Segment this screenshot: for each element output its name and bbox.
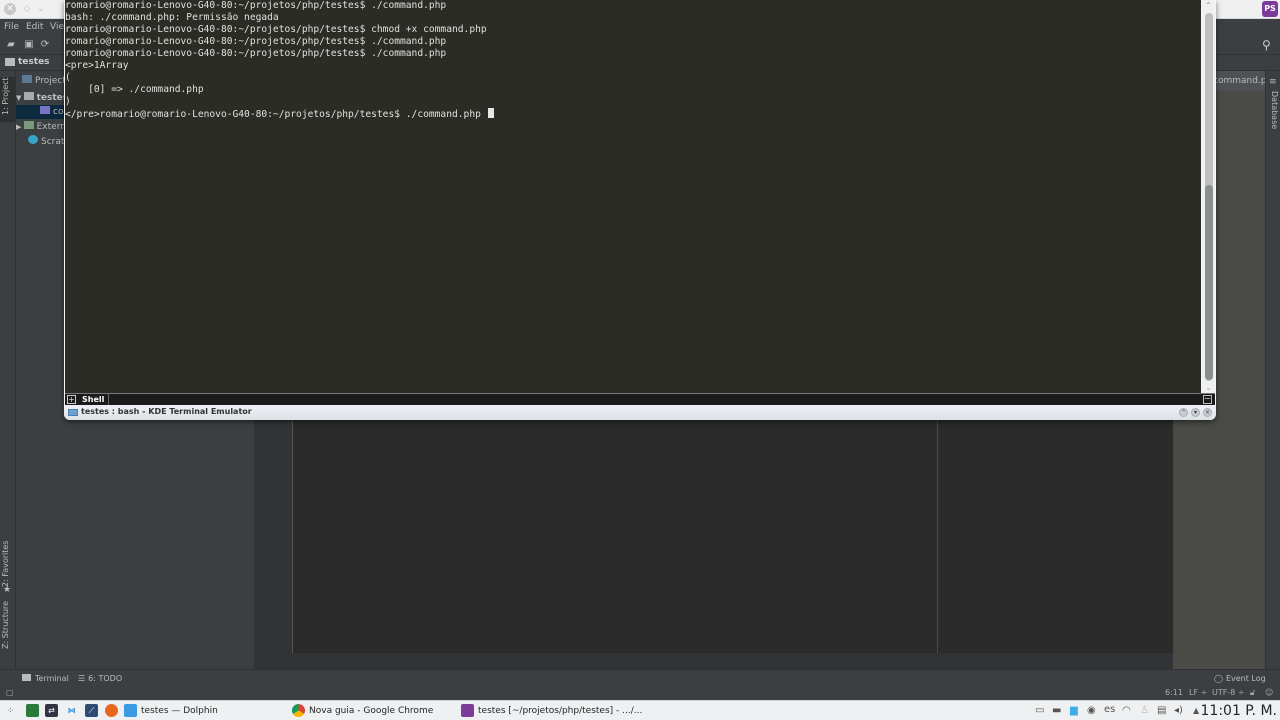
star-icon: ★ [3, 585, 12, 595]
caret-position[interactable]: 6:11 [1165, 688, 1183, 697]
task-dolphin[interactable]: testes — Dolphin [124, 701, 284, 720]
terminal-line: ( [65, 72, 71, 83]
volume-icon[interactable]: ◂) [1174, 705, 1183, 717]
close-session-button[interactable]: − [1203, 395, 1212, 404]
close-icon[interactable]: ✕ [4, 3, 16, 15]
database-icon: ≡ [1269, 77, 1277, 87]
close-icon[interactable]: × [1203, 408, 1212, 417]
task-chrome[interactable]: Nova guia - Google Chrome [292, 701, 452, 720]
favorites-tool-button[interactable]: 2: Favorites [1, 541, 10, 587]
project-icon [22, 75, 32, 83]
chrome-icon [292, 704, 305, 717]
open-folder-icon[interactable]: ▰ [5, 39, 17, 50]
terminal-icon [68, 409, 78, 416]
keep-open-icon[interactable]: ⌃ [1179, 408, 1188, 417]
tab-shell[interactable]: Shell [78, 394, 110, 405]
terminal-line: romario@romario-Lenovo-G40-80:~/projetos… [65, 48, 447, 59]
scroll-up-icon[interactable]: ⌃ [1204, 1, 1213, 10]
battery-icon[interactable]: ▬ [1052, 705, 1061, 717]
terminal-line: ) [65, 96, 71, 107]
system-monitor-icon[interactable] [26, 704, 39, 717]
folder-icon [23, 92, 34, 100]
terminal-line: bash: ./command.php: Permissão negada [65, 12, 279, 23]
text-cursor [487, 108, 494, 118]
folder-icon [5, 58, 15, 66]
terminal-prompt: </pre>romario@romario-Lenovo-G40-80:~/pr… [65, 109, 487, 120]
terminal-line: romario@romario-Lenovo-G40-80:~/projetos… [65, 0, 447, 11]
phpstorm-icon [461, 704, 474, 717]
terminal-output[interactable]: romario@romario-Lenovo-G40-80:~/projetos… [65, 0, 1201, 393]
scratches-icon [28, 135, 38, 144]
mysql-workbench-icon[interactable]: ⟋ [85, 704, 98, 717]
search-icon[interactable]: ⚲ [1262, 38, 1276, 52]
inspector-icon[interactable]: ☺ [1265, 688, 1273, 697]
minimize-icon[interactable]: ⌄ [35, 3, 47, 15]
window-title: testes : bash - KDE Terminal Emulator [81, 407, 252, 416]
vscode-icon[interactable]: ⋈ [65, 704, 78, 717]
app-launcher-icon[interactable]: ⁘ [4, 704, 17, 717]
notifications-icon[interactable]: ▆ [1070, 705, 1078, 717]
expand-tray-icon[interactable]: ▲ [1193, 705, 1199, 717]
lock-icon[interactable]: 🔓︎ [1250, 688, 1255, 698]
scroll-down-icon[interactable]: ⌄ [1204, 383, 1213, 392]
editor-bottom-panel [254, 653, 1173, 669]
clipboard-icon[interactable]: ▤ [1157, 705, 1166, 717]
konsole-icon[interactable]: ⇄ [45, 704, 58, 717]
menu-icon[interactable]: ▾ [1191, 408, 1200, 417]
keep-above-icon[interactable]: ◇ [21, 3, 33, 15]
new-tab-button[interactable]: + [67, 395, 76, 404]
bottom-tool-bar: Terminal ☰ 6: TODO ◯ Event Log [0, 669, 1280, 687]
task-phpstorm[interactable]: testes [~/projetos/php/testes] - .../... [461, 701, 642, 720]
wifi-icon[interactable]: ◠ [1122, 705, 1131, 717]
terminal-icon [22, 674, 31, 681]
terminal-titlebar: testes : bash - KDE Terminal Emulator ⌃ … [64, 405, 1216, 420]
terminal-tool-button[interactable]: Terminal [22, 674, 69, 683]
terminal-window: romario@romario-Lenovo-G40-80:~/projetos… [64, 0, 1216, 420]
keyboard-layout[interactable]: es [1104, 704, 1115, 716]
project-view-selector[interactable]: Project [22, 74, 66, 88]
database-tool-button[interactable]: Database [1270, 91, 1279, 129]
terminal-line: romario@romario-Lenovo-G40-80:~/projetos… [65, 24, 487, 35]
firefox-icon[interactable] [105, 704, 118, 717]
phpstorm-icon: PS [1262, 1, 1278, 17]
camera-icon[interactable]: ▭ [1035, 705, 1044, 717]
speech-bubble-icon: ◯ [1214, 674, 1223, 683]
taskbar: ⁘ ⇄ ⋈ ⟋ testes — Dolphin Nova guia - Goo… [0, 700, 1280, 720]
scrollbar-thumb[interactable] [1205, 185, 1213, 380]
save-icon[interactable]: ▣ [23, 39, 35, 50]
todo-tool-button[interactable]: ☰ 6: TODO [78, 674, 122, 683]
updates-icon[interactable]: ◉ [1087, 705, 1096, 717]
status-bar: ▢ 6:11 LF ÷ UTF-8 ÷ 🔓︎ ☺ [0, 687, 1280, 700]
expand-arrow-icon: ▼ [16, 94, 24, 102]
left-tool-stripe: 1: Project 2: Favorites ★ Z: Structure [0, 71, 16, 669]
structure-tool-button[interactable]: Z: Structure [1, 601, 10, 649]
project-tool-label: 1: Project [1, 77, 10, 115]
user-icon[interactable]: ♙ [1140, 705, 1149, 717]
folder-icon [124, 704, 137, 717]
sync-icon[interactable]: ⟳ [39, 39, 51, 50]
right-tool-stripe: ≡ Database [1265, 71, 1280, 669]
tree-item-testes[interactable]: ▼ testes [16, 91, 68, 105]
encoding-selector[interactable]: UTF-8 ÷ [1212, 688, 1245, 697]
project-tool-button[interactable]: 1: Project [0, 77, 15, 122]
breadcrumb-item[interactable]: testes [18, 57, 50, 67]
clock[interactable]: 11:01 P. M. [1201, 702, 1278, 720]
terminal-scrollbar[interactable]: ⌃ ⌄ [1202, 0, 1215, 393]
php-file-icon [40, 106, 50, 114]
terminal-line: romario@romario-Lenovo-G40-80:~/projetos… [65, 36, 447, 47]
expand-arrow-icon: ▶ [16, 123, 24, 131]
menu-edit[interactable]: Edit [26, 22, 43, 32]
event-log-button[interactable]: ◯ Event Log [1214, 674, 1266, 683]
terminal-line: [0] => ./command.php [65, 84, 204, 95]
toggle-tool-windows-icon[interactable]: ▢ [6, 688, 14, 697]
terminal-tab-bar: + Shell − [65, 393, 1215, 405]
menu-file[interactable]: File [4, 22, 19, 32]
list-icon: ☰ [78, 674, 86, 683]
terminal-prompt-line: </pre>romario@romario-Lenovo-G40-80:~/pr… [65, 108, 1201, 120]
library-icon [23, 121, 34, 129]
right-margin-guide [937, 420, 938, 653]
terminal-line: <pre>1Array [65, 60, 129, 71]
line-separator-selector[interactable]: LF ÷ [1189, 688, 1207, 697]
